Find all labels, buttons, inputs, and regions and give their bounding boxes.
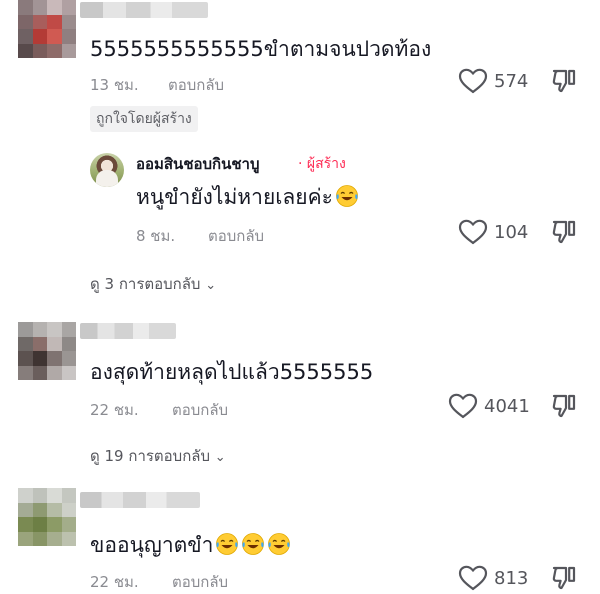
username-blurred[interactable]: [80, 492, 200, 508]
reply-author-name[interactable]: ออมสินชอบกินชาบู: [136, 152, 260, 176]
avatar[interactable]: [18, 322, 76, 380]
comment-time: 22 ชม.: [90, 401, 139, 419]
comment-text: 5555555555555ขำตามจนปวดท้อง: [90, 37, 432, 61]
laughing-emoji-icon: [335, 184, 359, 208]
comment-text: ขออนุญาตขำ: [90, 532, 291, 558]
comment-time: 22 ชม.: [90, 573, 139, 591]
reply-button[interactable]: ตอบกลับ: [208, 224, 264, 248]
laughing-emoji-icon: [241, 532, 265, 556]
comment-time: 13 ชม.: [90, 76, 139, 94]
like-button[interactable]: 104: [458, 219, 528, 245]
dislike-icon[interactable]: [551, 393, 577, 419]
reply-button[interactable]: ตอบกลับ: [172, 570, 228, 594]
laughing-emoji-icon: [267, 532, 291, 556]
chevron-down-icon: ⌄: [205, 278, 217, 293]
chevron-down-icon: ⌄: [214, 450, 226, 465]
like-button[interactable]: 574: [458, 68, 528, 94]
like-count: 574: [494, 70, 529, 92]
view-replies-button[interactable]: ดู 19 การตอบกลับ ⌄: [90, 444, 226, 468]
dislike-icon[interactable]: [551, 219, 577, 245]
like-count: 813: [494, 567, 529, 589]
reply-text-content: หนูขำยังไม่หายเลยค่ะ: [136, 185, 333, 209]
avatar[interactable]: [18, 0, 76, 58]
comment-text-content: ขออนุญาตขำ: [90, 533, 214, 557]
like-count: 4041: [484, 395, 530, 417]
like-button[interactable]: 813: [458, 565, 528, 591]
comment-text: องสุดท้ายหลุดไปแล้ว5555555: [90, 360, 374, 384]
reply-text: หนูขำยังไม่หายเลยค่ะ: [136, 184, 359, 210]
username-blurred[interactable]: [80, 323, 176, 339]
heart-icon: [458, 68, 488, 94]
heart-icon: [458, 565, 488, 591]
dislike-icon[interactable]: [551, 565, 577, 591]
laughing-emoji-icon: [215, 532, 239, 556]
view-replies-button[interactable]: ดู 3 การตอบกลับ ⌄: [90, 272, 216, 296]
reply-time: 8 ชม.: [136, 227, 176, 245]
dislike-icon[interactable]: [551, 68, 577, 94]
like-button[interactable]: 4041: [448, 393, 530, 419]
username-blurred[interactable]: [80, 2, 208, 18]
creator-avatar[interactable]: [90, 153, 124, 187]
liked-by-creator-badge: ถูกใจโดยผู้สร้าง: [90, 106, 198, 132]
view-replies-label: ดู 19 การตอบกลับ: [90, 447, 210, 465]
heart-icon: [458, 219, 488, 245]
heart-icon: [448, 393, 478, 419]
avatar[interactable]: [18, 488, 76, 546]
view-replies-label: ดู 3 การตอบกลับ: [90, 275, 201, 293]
creator-tag: · ผู้สร้าง: [298, 156, 346, 172]
reply-button[interactable]: ตอบกลับ: [168, 73, 224, 97]
like-count: 104: [494, 221, 529, 243]
reply-button[interactable]: ตอบกลับ: [172, 398, 228, 422]
